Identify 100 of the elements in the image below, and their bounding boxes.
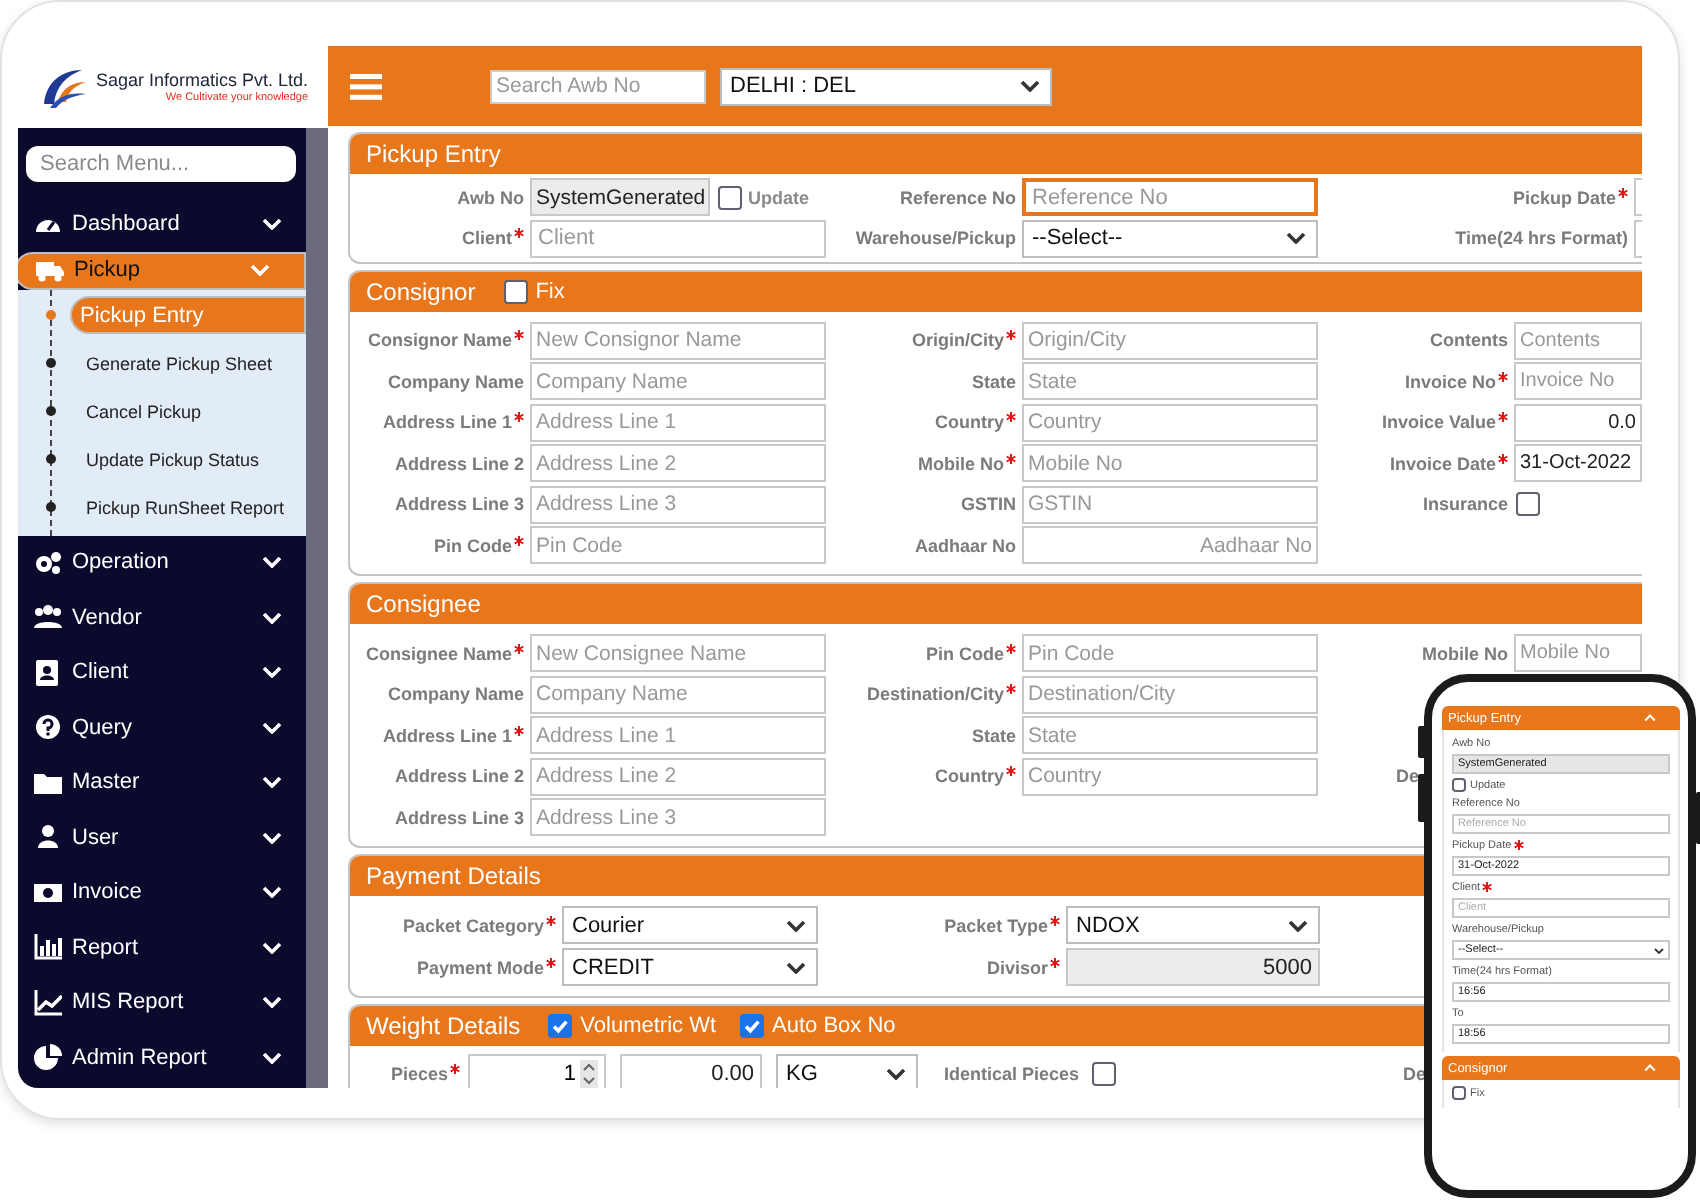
input-field[interactable]: 0.0 <box>1514 403 1642 441</box>
sidebar-item[interactable]: Query <box>18 700 306 755</box>
field-label: Invoice No <box>1324 371 1508 391</box>
input-field[interactable]: Mobile No <box>1022 444 1318 482</box>
input-field[interactable]: New Consignor Name <box>530 321 826 359</box>
input-field[interactable]: New Consignee Name <box>530 634 826 672</box>
checkbox[interactable] <box>548 1014 573 1038</box>
field-label: Address Line 1 <box>356 412 524 432</box>
caret-icon <box>1020 80 1040 92</box>
input-field[interactable]: 31-Oct-2022 <box>1514 444 1642 482</box>
sidebar-subitem[interactable]: Cancel Pickup <box>70 389 306 433</box>
checkbox[interactable] <box>740 1014 765 1038</box>
input-field[interactable]: Address Line 2 <box>530 757 826 795</box>
input-field[interactable]: Country <box>1022 403 1318 441</box>
search-field[interactable]: Search Awb No <box>490 69 706 103</box>
field-label: Contents <box>1428 330 1508 350</box>
input-field[interactable]: 0.00 <box>620 1054 762 1088</box>
checkbox[interactable] <box>1452 778 1466 792</box>
readonly-field[interactable]: 5000 <box>1066 948 1320 986</box>
field-label: Address Line 3 <box>392 807 524 827</box>
input-field[interactable]: GSTIN <box>1022 485 1318 523</box>
sidebar-item[interactable]: Operation <box>18 535 306 590</box>
sidebar-item[interactable]: User <box>18 810 306 865</box>
dropdown[interactable]: CREDIT <box>562 948 818 986</box>
dropdown[interactable]: --Select-- <box>1022 219 1318 257</box>
field-label: GSTIN <box>958 494 1016 514</box>
bullet-icon <box>46 502 56 512</box>
input-field[interactable]: Address Line 3 <box>530 485 826 523</box>
dropdown[interactable]: NDOX <box>1066 906 1320 944</box>
caret-icon <box>262 217 282 230</box>
sidebar-item[interactable]: MIS Report <box>18 975 306 1030</box>
field-label: De <box>1403 1063 1427 1083</box>
input-field[interactable]: Contents <box>1514 321 1642 359</box>
panel-title: Consignee <box>366 590 481 618</box>
asterisk-icon <box>514 643 524 653</box>
company-name: Sagar Informatics Pvt. Ltd. <box>96 70 309 90</box>
checkbox[interactable] <box>1452 1086 1466 1100</box>
field-label: Consignor Name <box>356 330 524 350</box>
scrollbar[interactable] <box>306 128 328 1088</box>
dropdown[interactable]: KG <box>776 1054 918 1088</box>
sidebar-subitem[interactable]: Generate Pickup Sheet <box>70 341 306 385</box>
input-field[interactable]: Company Name <box>530 362 826 400</box>
input-field[interactable]: Client <box>530 219 826 257</box>
panel-title: Pickup Entry <box>366 140 501 168</box>
sidebar-subitem[interactable]: Pickup RunSheet Report <box>70 485 306 529</box>
field-label: Pin Code <box>832 643 1016 663</box>
input-field[interactable]: Pin Code <box>1022 634 1318 672</box>
asterisk-icon <box>1006 643 1016 653</box>
sidebar-item[interactable]: Client <box>18 645 306 700</box>
bullet-icon <box>46 406 56 416</box>
truck-icon <box>36 257 64 283</box>
asterisk-icon <box>546 957 556 967</box>
checkbox[interactable] <box>1516 492 1540 516</box>
field-label: State <box>969 371 1016 391</box>
input-field[interactable]: Address Line 2 <box>530 444 826 482</box>
sidebar-item[interactable]: Report <box>18 920 306 975</box>
checkbox[interactable] <box>718 185 742 209</box>
checkbox[interactable] <box>1091 1061 1116 1085</box>
sidebar-item[interactable]: Vendor <box>18 590 306 645</box>
input-field[interactable]: Country <box>1022 757 1318 795</box>
sidebar-item[interactable]: Pickup <box>18 251 306 289</box>
input-field[interactable]: Address Line 3 <box>530 798 826 836</box>
input-field[interactable]: Reference No <box>1022 178 1318 216</box>
input-field[interactable]: Address Line 1 <box>530 716 826 754</box>
field-label: Country <box>832 412 1016 432</box>
asterisk-icon <box>1050 957 1060 967</box>
field-label: Pin Code <box>356 535 524 555</box>
asterisk-icon <box>514 330 524 340</box>
input-field[interactable]: Address Line 1 <box>530 403 826 441</box>
input-field[interactable]: Aadhaar No <box>1022 526 1318 564</box>
input-field[interactable]: Company Name <box>530 675 826 713</box>
gears-icon <box>34 549 62 576</box>
field-label: Invoice Value <box>1324 412 1508 432</box>
sidebar-item[interactable]: Dashboard <box>18 196 306 251</box>
asterisk-icon <box>1498 371 1508 381</box>
input-field[interactable]: State <box>1022 362 1318 400</box>
sidebar-item[interactable]: Admin Report <box>18 1030 306 1085</box>
input-field[interactable]: Origin/City <box>1022 321 1318 359</box>
asterisk-icon <box>1050 915 1060 925</box>
field-label: Pickup Date <box>1324 187 1628 207</box>
sidebar-subitem[interactable]: Update Pickup Status <box>70 437 306 481</box>
number-spinner[interactable]: 1 <box>468 1054 606 1088</box>
asterisk-icon <box>1498 453 1508 463</box>
asterisk-icon <box>1006 412 1016 422</box>
sidebar-item[interactable]: Master <box>18 755 306 810</box>
input-field[interactable]: Pin Code <box>530 526 826 564</box>
input-field[interactable]: State <box>1022 716 1318 754</box>
readonly-field[interactable]: SystemGenerated <box>530 178 710 216</box>
search-field[interactable]: Search Menu... <box>26 146 296 182</box>
dropdown[interactable]: DELHI : DEL <box>720 67 1052 105</box>
dropdown[interactable]: Courier <box>562 906 818 944</box>
sidebar-item[interactable]: Invoice <box>18 865 306 920</box>
checkbox[interactable] <box>503 279 528 303</box>
input-field[interactable]: Invoice No <box>1514 362 1642 400</box>
checkbox-label: Volumetric Wt <box>580 1014 717 1038</box>
panel-title: Weight Details <box>366 1012 521 1040</box>
folder-icon <box>34 769 62 796</box>
input-field[interactable]: Destination/City <box>1022 675 1318 713</box>
asterisk-icon <box>514 228 524 238</box>
input-field[interactable]: Mobile No <box>1514 634 1642 672</box>
